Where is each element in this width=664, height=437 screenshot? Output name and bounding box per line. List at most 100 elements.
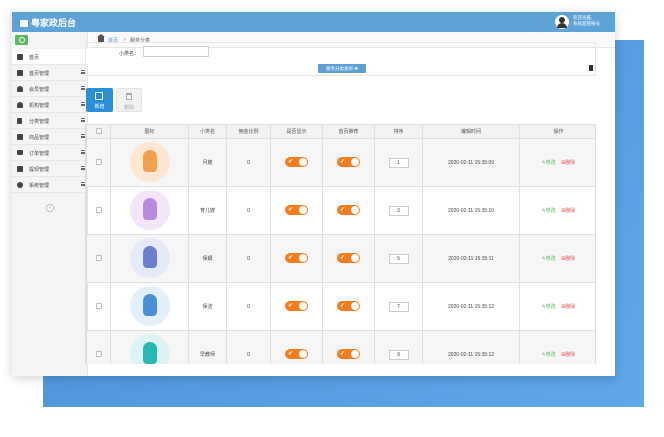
- row-sort-cell: 3: [374, 186, 423, 235]
- sidebar-power-icon[interactable]: [15, 35, 28, 45]
- bookmark-icon[interactable]: [589, 65, 593, 71]
- edit-action[interactable]: ✎修改: [542, 304, 556, 310]
- row-checkbox[interactable]: [95, 350, 102, 357]
- show-toggle[interactable]: ✔: [285, 252, 308, 263]
- sidebar-item-label: 会员管理: [29, 87, 50, 93]
- recommend-toggle[interactable]: ✔: [337, 156, 360, 167]
- show-toggle[interactable]: ✔: [285, 300, 308, 311]
- toggle-knob: [351, 301, 359, 310]
- select-all-checkbox[interactable]: [95, 127, 102, 134]
- subcategory-input[interactable]: [143, 46, 209, 57]
- row-recommend-cell: ✔: [322, 330, 375, 364]
- edit-action[interactable]: ✎修改: [542, 256, 556, 262]
- recommend-toggle[interactable]: ✔: [337, 300, 360, 311]
- home-icon: [17, 70, 23, 76]
- recommend-toggle[interactable]: ✔: [337, 204, 360, 215]
- top-bar: 粤家政后台 欢迎光临, 系统超管帐号: [12, 12, 615, 32]
- delete-action[interactable]: ⊠删除: [561, 160, 575, 166]
- sidebar-collapse-button[interactable]: «: [46, 204, 54, 212]
- recommend-toggle[interactable]: ✔: [337, 252, 360, 263]
- row-name: 育儿嫂: [188, 186, 227, 235]
- delete-action[interactable]: ⊠删除: [561, 208, 575, 214]
- row-actions: ✎修改 ⊠删除: [519, 234, 595, 283]
- menu-icon: [81, 102, 85, 106]
- check-icon: ✔: [340, 302, 346, 309]
- table-row: 早教师 0 ✔ ✔ 9 2020-02-11 15:35:12 ✎修改 ⊠删除: [86, 330, 595, 364]
- sort-input[interactable]: 3: [388, 205, 409, 216]
- toggle-knob: [351, 205, 359, 214]
- add-button[interactable]: 新增: [86, 88, 113, 112]
- sort-input[interactable]: 5: [388, 253, 409, 264]
- sidebar-item-label: 机构管理: [29, 103, 50, 109]
- sidebar-item-label: 系统管理: [29, 183, 50, 189]
- row-name: 早教师: [188, 330, 227, 364]
- delete-action-label: 删除: [565, 352, 576, 358]
- row-time: 2020-02-11 15:35:12: [422, 282, 520, 331]
- toggle-knob: [299, 301, 307, 310]
- sidebar-item-label: 订单管理: [29, 151, 50, 157]
- toggle-knob: [299, 349, 307, 358]
- row-checkbox[interactable]: [95, 158, 102, 165]
- person-icon: [142, 197, 157, 220]
- table-row: 保洁 0 ✔ ✔ 7 2020-02-11 15:35:12 ✎修改 ⊠删除: [86, 282, 595, 331]
- row-time: 2020-02-11 15:35:09: [422, 138, 520, 187]
- category-thumbnail: [129, 333, 170, 364]
- row-recommend-cell: ✔: [322, 234, 375, 283]
- sidebar-item-withdrawals[interactable]: 提现管理: [12, 161, 88, 177]
- sidebar-item-categories[interactable]: 分类管理: [12, 113, 88, 129]
- edit-action-label: 修改: [545, 256, 556, 262]
- person-icon: [142, 149, 157, 172]
- row-icon-cell: [110, 282, 189, 331]
- row-checkbox[interactable]: [95, 206, 102, 213]
- user-info[interactable]: 欢迎光临, 系统超管帐号: [573, 15, 600, 27]
- edit-action[interactable]: ✎修改: [542, 352, 556, 358]
- add-button-label: 新增: [94, 104, 105, 110]
- row-recommend-cell: ✔: [322, 186, 375, 235]
- sort-input[interactable]: 9: [388, 349, 409, 360]
- header-actions: 操作: [519, 124, 595, 139]
- sidebar-item-home[interactable]: 首页: [12, 49, 88, 65]
- edit-action[interactable]: ✎修改: [542, 160, 556, 166]
- user-avatar-icon[interactable]: [555, 15, 569, 29]
- category-thumbnail: [129, 189, 170, 230]
- sidebar-item-agencies[interactable]: 机构管理: [12, 97, 88, 113]
- show-toggle[interactable]: ✔: [285, 204, 308, 215]
- category-search-label: 服务分类查询: [325, 66, 353, 71]
- sidebar-item-members[interactable]: 会员管理: [12, 81, 88, 97]
- sidebar-item-label: 首页: [29, 55, 40, 61]
- sidebar-item-products[interactable]: 商品管理: [12, 129, 88, 145]
- toggle-knob: [299, 205, 307, 214]
- delete-action-label: 删除: [565, 256, 576, 262]
- row-actions: ✎修改 ⊠删除: [519, 282, 595, 331]
- app-logo: 粤家政后台: [20, 16, 76, 29]
- row-checkbox[interactable]: [95, 302, 102, 309]
- delete-action[interactable]: ⊠删除: [561, 352, 575, 358]
- home-icon: [17, 54, 23, 60]
- sidebar-item-orders[interactable]: 订单管理: [12, 145, 88, 161]
- row-show-cell: ✔: [270, 234, 323, 283]
- row-name: 保姆: [188, 234, 227, 283]
- row-checkbox[interactable]: [95, 254, 102, 261]
- delete-button[interactable]: 删除: [116, 88, 142, 112]
- delete-action[interactable]: ⊠删除: [561, 304, 575, 310]
- table-header-row: 图标 小类名 佣金比例 是否显示 首页推荐 排序 编辑时间 操作: [86, 124, 595, 139]
- category-search-button[interactable]: 服务分类查询 ✚: [318, 64, 366, 73]
- delete-action[interactable]: ⊠删除: [561, 256, 575, 262]
- sidebar-item-homepage-manage[interactable]: 首页管理: [12, 65, 88, 81]
- row-icon-cell: [110, 234, 189, 283]
- header-icon: 图标: [110, 124, 189, 139]
- edit-action[interactable]: ✎修改: [542, 208, 556, 214]
- row-name: 月嫂: [188, 138, 227, 187]
- row-select-cell: [86, 234, 111, 283]
- sort-input[interactable]: 7: [388, 301, 409, 312]
- sidebar-item-system[interactable]: 系统管理: [12, 177, 88, 193]
- table-row: 育儿嫂 0 ✔ ✔ 3 2020-02-11 15:35:10 ✎修改 ⊠删除: [86, 186, 595, 235]
- show-toggle[interactable]: ✔: [285, 348, 308, 359]
- row-select-cell: [86, 186, 111, 235]
- sort-input[interactable]: 1: [388, 157, 409, 168]
- recommend-toggle[interactable]: ✔: [337, 348, 360, 359]
- trash-icon: [126, 93, 132, 100]
- show-toggle[interactable]: ✔: [285, 156, 308, 167]
- edit-action-label: 修改: [545, 304, 556, 310]
- row-actions: ✎修改 ⊠删除: [519, 138, 595, 187]
